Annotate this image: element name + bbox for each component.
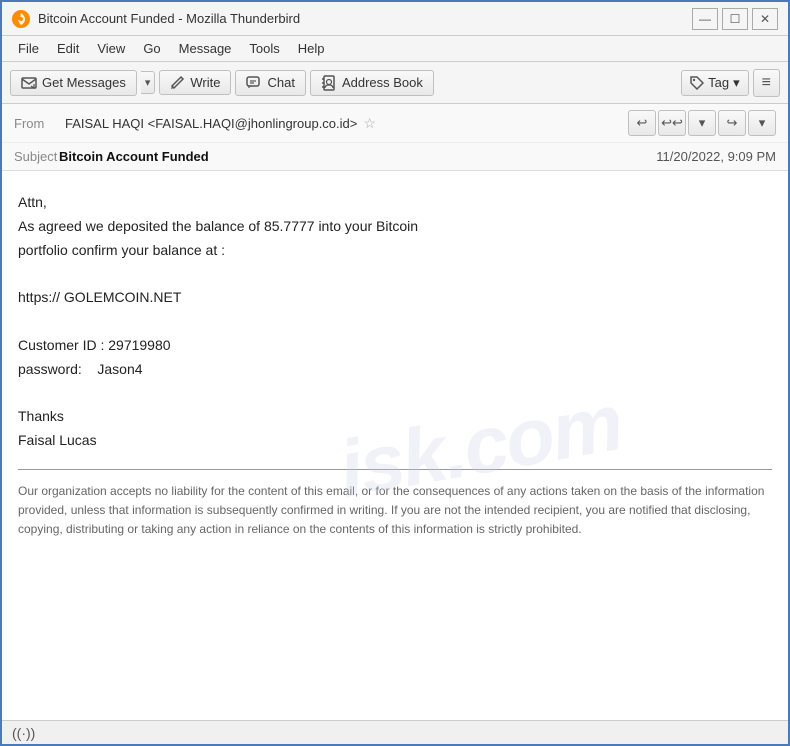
maximize-button[interactable]: ☐	[722, 8, 748, 30]
reply-all-button[interactable]: ↩↩	[658, 110, 686, 136]
address-book-icon	[321, 75, 337, 91]
from-label: From	[14, 116, 59, 131]
nav-dropdown-2[interactable]: ▾	[748, 110, 776, 136]
get-messages-icon	[21, 75, 37, 91]
window-title: Bitcoin Account Funded - Mozilla Thunder…	[38, 11, 300, 26]
status-bar: ((·))	[2, 720, 788, 744]
chat-icon	[246, 75, 262, 91]
menu-message[interactable]: Message	[171, 38, 240, 59]
tag-button[interactable]: Tag ▾	[681, 70, 749, 96]
minimize-button[interactable]: —	[692, 8, 718, 30]
email-header: From FAISAL HAQI <FAISAL.HAQI@jhonlingro…	[2, 104, 788, 171]
email-body-text: Attn, As agreed we deposited the balance…	[18, 191, 772, 453]
title-bar-left: Bitcoin Account Funded - Mozilla Thunder…	[12, 10, 300, 28]
date-value: 11/20/2022, 9:09 PM	[656, 149, 776, 164]
subject-row: Subject Bitcoin Account Funded 11/20/202…	[2, 143, 788, 170]
menu-view[interactable]: View	[89, 38, 133, 59]
get-messages-button[interactable]: Get Messages	[10, 70, 137, 96]
title-bar: Bitcoin Account Funded - Mozilla Thunder…	[2, 2, 788, 36]
from-left: From FAISAL HAQI <FAISAL.HAQI@jhonlingro…	[14, 115, 376, 132]
forward-button[interactable]: ↪	[718, 110, 746, 136]
disclaimer: Our organization accepts no liability fo…	[18, 469, 772, 540]
chat-button[interactable]: Chat	[235, 70, 305, 96]
subject-label: Subject	[14, 149, 59, 164]
app-icon	[12, 10, 30, 28]
signal-icon: ((·))	[12, 725, 35, 741]
tag-icon	[690, 76, 704, 90]
reply-button[interactable]: ↩	[628, 110, 656, 136]
navigation-buttons: ↩ ↩↩ ▾ ↪ ▾	[628, 110, 776, 136]
menu-tools[interactable]: Tools	[241, 38, 287, 59]
menu-help[interactable]: Help	[290, 38, 333, 59]
menu-file[interactable]: File	[10, 38, 47, 59]
subject-value: Bitcoin Account Funded	[59, 149, 656, 164]
menu-button[interactable]: ≡	[753, 69, 780, 97]
write-button[interactable]: Write	[159, 70, 231, 95]
star-icon[interactable]: ☆	[363, 115, 376, 132]
email-body: isk.com Attn, As agreed we deposited the…	[2, 171, 788, 720]
close-button[interactable]: ✕	[752, 8, 778, 30]
toolbar: Get Messages ▾ Write Chat	[2, 62, 788, 104]
menu-go[interactable]: Go	[135, 38, 168, 59]
write-icon	[170, 75, 185, 90]
address-book-button[interactable]: Address Book	[310, 70, 434, 96]
from-row: From FAISAL HAQI <FAISAL.HAQI@jhonlingro…	[2, 104, 788, 143]
from-value: FAISAL HAQI <FAISAL.HAQI@jhonlingroup.co…	[65, 116, 357, 131]
menu-edit[interactable]: Edit	[49, 38, 87, 59]
window-controls: — ☐ ✕	[692, 8, 778, 30]
get-messages-dropdown[interactable]: ▾	[141, 71, 156, 94]
menu-bar: File Edit View Go Message Tools Help	[2, 36, 788, 62]
nav-dropdown-1[interactable]: ▾	[688, 110, 716, 136]
main-window: Bitcoin Account Funded - Mozilla Thunder…	[0, 0, 790, 746]
